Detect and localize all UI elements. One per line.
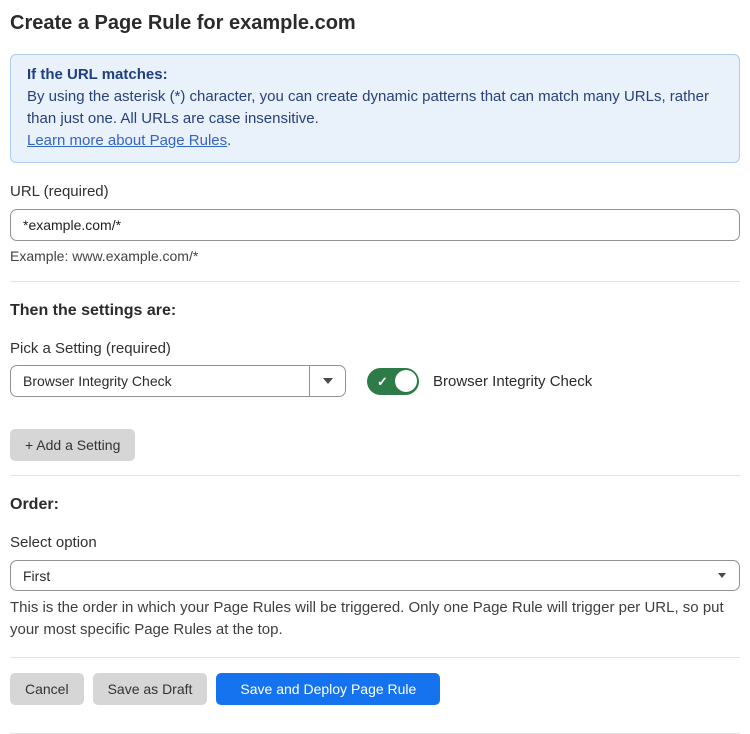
- order-help-text: This is the order in which your Page Rul…: [10, 597, 730, 641]
- order-select-label: Select option: [10, 534, 740, 552]
- setting-select-value: Browser Integrity Check: [11, 366, 309, 396]
- pick-setting-label: Pick a Setting (required): [10, 340, 740, 358]
- toggle-knob: [395, 370, 417, 392]
- form-actions: Cancel Save as Draft Save and Deploy Pag…: [10, 673, 740, 705]
- url-input[interactable]: [10, 209, 740, 241]
- check-icon: ✓: [377, 375, 388, 388]
- chevron-down-icon: [718, 573, 726, 578]
- setting-select-arrow-button[interactable]: [309, 366, 345, 396]
- order-section-heading: Order:: [10, 495, 740, 514]
- url-match-info-box: If the URL matches: By using the asteris…: [10, 54, 740, 163]
- url-example-text: Example: www.example.com/*: [10, 248, 740, 265]
- page-rule-form: Create a Page Rule for example.com If th…: [0, 0, 750, 734]
- info-box-heading: If the URL matches:: [27, 64, 723, 86]
- browser-integrity-toggle[interactable]: ✓: [367, 368, 419, 395]
- order-select[interactable]: First: [10, 560, 740, 591]
- save-as-draft-button[interactable]: Save as Draft: [93, 673, 208, 705]
- add-setting-button[interactable]: + Add a Setting: [10, 429, 135, 461]
- page-title: Create a Page Rule for example.com: [10, 0, 740, 35]
- divider: [10, 281, 740, 282]
- link-suffix: .: [227, 132, 231, 149]
- divider: [10, 657, 740, 658]
- info-box-body: By using the asterisk (*) character, you…: [27, 86, 723, 130]
- learn-more-link[interactable]: Learn more about Page Rules: [27, 132, 227, 149]
- cancel-button[interactable]: Cancel: [10, 673, 84, 705]
- divider: [10, 475, 740, 476]
- setting-select[interactable]: Browser Integrity Check: [10, 365, 346, 397]
- chevron-down-icon: [323, 378, 333, 384]
- settings-section-heading: Then the settings are:: [10, 301, 740, 320]
- toggle-label: Browser Integrity Check: [433, 373, 592, 390]
- order-select-value: First: [23, 568, 718, 584]
- setting-row: Browser Integrity Check ✓ Browser Integr…: [10, 365, 740, 397]
- info-box-link-line: Learn more about Page Rules.: [27, 130, 723, 152]
- url-field-label: URL (required): [10, 183, 740, 201]
- save-and-deploy-button[interactable]: Save and Deploy Page Rule: [216, 673, 440, 705]
